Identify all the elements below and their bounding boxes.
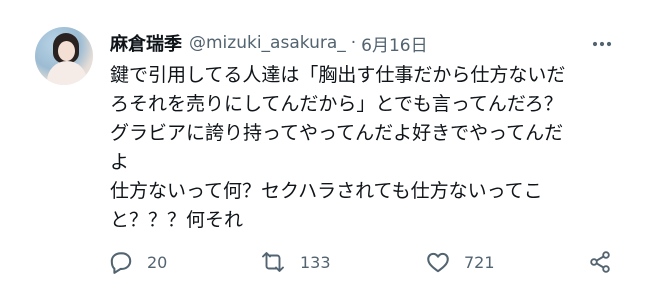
tweet-date[interactable]: 6月16日 — [361, 31, 427, 56]
avatar[interactable] — [35, 27, 93, 85]
action-bar: 20 133 721 — [0, 247, 650, 277]
tweet-text-line: ろそれを売りにしてんだから」とでも言ってんだろ？ — [110, 93, 563, 115]
more-icon[interactable] — [591, 36, 613, 50]
share-button[interactable] — [588, 247, 612, 277]
tweet-text-line: グラビアに誇り持ってやってんだよ好きでやってんだ — [110, 122, 564, 144]
reply-button[interactable]: 20 — [108, 247, 167, 277]
reply-count: 20 — [147, 252, 168, 272]
avatar-body — [47, 61, 87, 85]
tweet-text-line: 鍵で引用してる人達は「胸出す仕事だから仕方ないだ — [110, 64, 566, 86]
retweet-button[interactable]: 133 — [259, 247, 331, 277]
like-button[interactable]: 721 — [425, 247, 495, 277]
like-count: 721 — [464, 252, 495, 272]
tweet-card[interactable]: 麻倉瑞季 @mizuki_asakura_ · 6月16日 鍵で引用してる人達は… — [0, 0, 650, 304]
display-name[interactable]: 麻倉瑞季 — [110, 30, 182, 56]
user-handle[interactable]: @mizuki_asakura_ — [189, 33, 346, 53]
reply-icon — [108, 249, 134, 275]
tweet-text-line: と？？？何それ — [110, 209, 244, 231]
retweet-count: 133 — [300, 252, 331, 272]
retweet-icon — [259, 249, 287, 275]
header-separator: · — [350, 33, 357, 53]
tweet-header: 麻倉瑞季 @mizuki_asakura_ · 6月16日 — [110, 30, 428, 56]
heart-icon — [425, 249, 451, 275]
avatar-face — [58, 41, 75, 61]
tweet-text-line: よ — [110, 151, 130, 173]
tweet-text: 鍵で引用してる人達は「胸出す仕事だから仕方ないだ ろそれを売りにしてんだから」と… — [110, 61, 630, 235]
tweet-text-line: 仕方ないって何？セクハラされても仕方ないってこ — [110, 180, 543, 202]
share-icon — [588, 249, 612, 275]
